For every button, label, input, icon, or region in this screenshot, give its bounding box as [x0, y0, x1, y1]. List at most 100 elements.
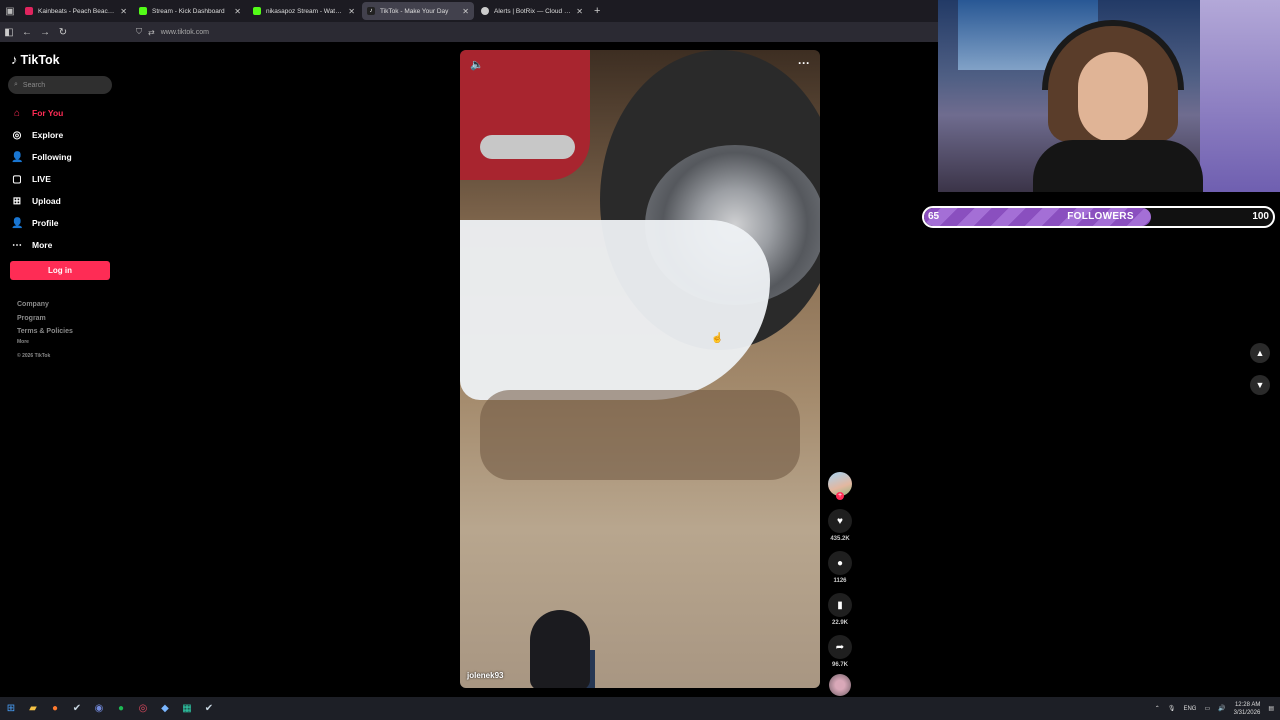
tiktok-favicon-icon: ♪ — [367, 7, 375, 15]
video-player[interactable]: 🔈 ··· jolenek93 — [460, 50, 820, 688]
save-count: 22.9K — [831, 620, 848, 626]
save-button[interactable]: ▮ — [828, 593, 852, 617]
sidebar-toggle-icon[interactable]: ◧ — [0, 27, 18, 38]
chevron-down-icon: ▼ — [1255, 380, 1265, 390]
footer-link-program[interactable]: Program — [17, 315, 73, 329]
back-icon[interactable]: ← — [18, 27, 36, 38]
sidebar-item-live[interactable]: ▢ LIVE — [11, 168, 72, 190]
firefox-icon[interactable]: ● — [44, 697, 66, 720]
notifications-icon[interactable]: ▤ — [1268, 705, 1274, 712]
clock[interactable]: 12:28 AM 3/31/2026 — [1234, 701, 1261, 717]
reload-icon[interactable]: ↻ — [54, 27, 72, 38]
tiktok-logo[interactable]: ♪ TikTok — [11, 52, 60, 67]
spotify-icon[interactable]: ● — [110, 697, 132, 720]
windows-taskbar: ⊞ ▰ ● ✔ ◉ ● ◎ ◆ ▦ ✔ ⌃ 🎙 ENG ▭ 🔊 12:28 AM… — [0, 697, 1280, 720]
language-indicator[interactable]: ENG — [1183, 706, 1196, 712]
login-button[interactable]: Log in — [10, 261, 110, 280]
tab-close-icon[interactable]: ✕ — [234, 7, 241, 16]
search-icon: ⌕ — [14, 81, 18, 88]
sidebar-item-more[interactable]: ⋯ More — [11, 234, 72, 256]
music-disc-icon[interactable] — [829, 674, 851, 696]
permissions-icon: ⇄ — [148, 27, 155, 37]
search-input[interactable]: ⌕ Search — [8, 76, 112, 94]
sidebar-footer: Company Program Terms & Policies More © … — [17, 301, 73, 367]
video-scene-snow — [460, 220, 770, 400]
tab-overview-icon[interactable]: ▣ — [0, 0, 20, 22]
app-icon[interactable]: ◆ — [154, 697, 176, 720]
browser-tab-bar: ▣ Kainbeats - Peach Beach [Lofi H ✕ Stre… — [0, 0, 938, 22]
compass-icon: ◎ — [12, 129, 22, 141]
app-icon[interactable]: ✔ — [198, 697, 220, 720]
like-button[interactable]: ♥ — [828, 509, 852, 533]
video-username[interactable]: jolenek93 — [467, 671, 503, 680]
app-icon[interactable]: ◎ — [132, 697, 154, 720]
browser-tab[interactable]: Kainbeats - Peach Beach [Lofi H ✕ — [20, 2, 132, 20]
volume-icon[interactable]: 🔈 — [470, 58, 484, 71]
footer-link-more[interactable]: More — [17, 339, 73, 353]
follow-plus-icon[interactable]: + — [836, 492, 844, 500]
sidebar-item-profile[interactable]: 👤 Profile — [11, 212, 72, 234]
address-bar[interactable]: ⛉ ⇄ www.tiktok.com — [136, 27, 209, 37]
share-button[interactable]: ➦ — [828, 635, 852, 659]
tab-close-icon[interactable]: ✕ — [120, 7, 127, 16]
webcam-wall — [1200, 0, 1280, 192]
heart-icon: ♥ — [837, 515, 843, 527]
browser-tab-active[interactable]: ♪ TikTok - Make Your Day ✕ — [362, 2, 474, 20]
sidebar-item-following[interactable]: 👤 Following — [11, 146, 72, 168]
comment-count: 1126 — [833, 578, 847, 584]
creator-avatar[interactable]: + — [828, 472, 852, 500]
more-options-icon[interactable]: ··· — [798, 56, 810, 70]
mouse-cursor-icon: ☝ — [711, 333, 724, 344]
bookmark-icon: ▮ — [837, 599, 843, 611]
webcam-overlay — [938, 0, 1280, 192]
comment-button[interactable]: ● — [828, 551, 852, 575]
profile-icon: 👤 — [11, 217, 24, 229]
browser-tab[interactable]: nikasapoz Stream - Watch Live ✕ — [248, 2, 360, 20]
microphone-icon[interactable]: 🎙 — [1168, 705, 1176, 712]
forward-icon[interactable]: → — [36, 27, 54, 38]
chevron-up-icon: ▲ — [1255, 348, 1265, 358]
video-actions: + ♥ 435.2K ● 1126 ▮ 22.9K ➦ 96.7K — [826, 472, 854, 696]
tab-favicon-icon — [25, 7, 33, 15]
shield-icon: ⛉ — [136, 27, 142, 36]
followers-label: FOLLOWERS — [1067, 211, 1134, 222]
network-icon[interactable]: ▭ — [1204, 705, 1210, 712]
live-icon: ▢ — [12, 173, 22, 185]
comment-icon: ● — [836, 557, 844, 569]
share-count: 96.7K — [831, 662, 848, 668]
footer-link-company[interactable]: Company — [17, 301, 73, 315]
screen: { "browser": { "tabs": [ {"label": "Kain… — [0, 0, 1280, 720]
tab-favicon-icon — [253, 7, 261, 15]
footer-link-terms[interactable]: Terms & Policies — [17, 328, 73, 339]
tab-close-icon[interactable]: ✕ — [462, 7, 469, 16]
sidebar-item-for-you[interactable]: ⌂ For You — [11, 102, 72, 124]
share-icon: ➦ — [835, 641, 845, 653]
discord-icon[interactable]: ◉ — [88, 697, 110, 720]
video-scene-shoe — [530, 610, 590, 688]
previous-video-button[interactable]: ▲ — [1250, 343, 1270, 363]
tab-close-icon[interactable]: ✕ — [348, 7, 355, 16]
like-count: 435.2K — [830, 536, 850, 542]
tab-close-icon[interactable]: ✕ — [576, 7, 583, 16]
tray-overflow-icon[interactable]: ⌃ — [1155, 705, 1160, 712]
webcam-shirt — [1033, 140, 1203, 192]
browser-tab[interactable]: Stream - Kick Dashboard ✕ — [134, 2, 246, 20]
browser-tab[interactable]: Alerts | BotRix — Cloud Stream ✕ — [476, 2, 588, 20]
tab-favicon-icon — [139, 7, 147, 15]
app-icon[interactable]: ▦ — [176, 697, 198, 720]
tiktok-logo-icon: ♪ — [11, 52, 18, 67]
sidebar-item-explore[interactable]: ◎ Explore — [11, 124, 72, 146]
volume-tray-icon[interactable]: 🔊 — [1218, 705, 1225, 712]
sidebar-item-upload[interactable]: ⊞ Upload — [11, 190, 72, 212]
steam-icon[interactable]: ✔ — [66, 697, 88, 720]
followers-goal: 100 — [1252, 211, 1269, 222]
upload-icon: ⊞ — [12, 195, 22, 207]
next-video-button[interactable]: ▼ — [1250, 375, 1270, 395]
start-icon[interactable]: ⊞ — [0, 697, 22, 720]
file-explorer-icon[interactable]: ▰ — [22, 697, 44, 720]
video-scene-wet-ground — [480, 390, 800, 480]
sidebar-menu: ⌂ For You ◎ Explore 👤 Following ▢ LIVE ⊞… — [11, 102, 72, 256]
url-text[interactable]: www.tiktok.com — [161, 29, 209, 36]
more-icon: ⋯ — [12, 239, 22, 251]
new-tab-icon[interactable]: + — [594, 5, 600, 17]
